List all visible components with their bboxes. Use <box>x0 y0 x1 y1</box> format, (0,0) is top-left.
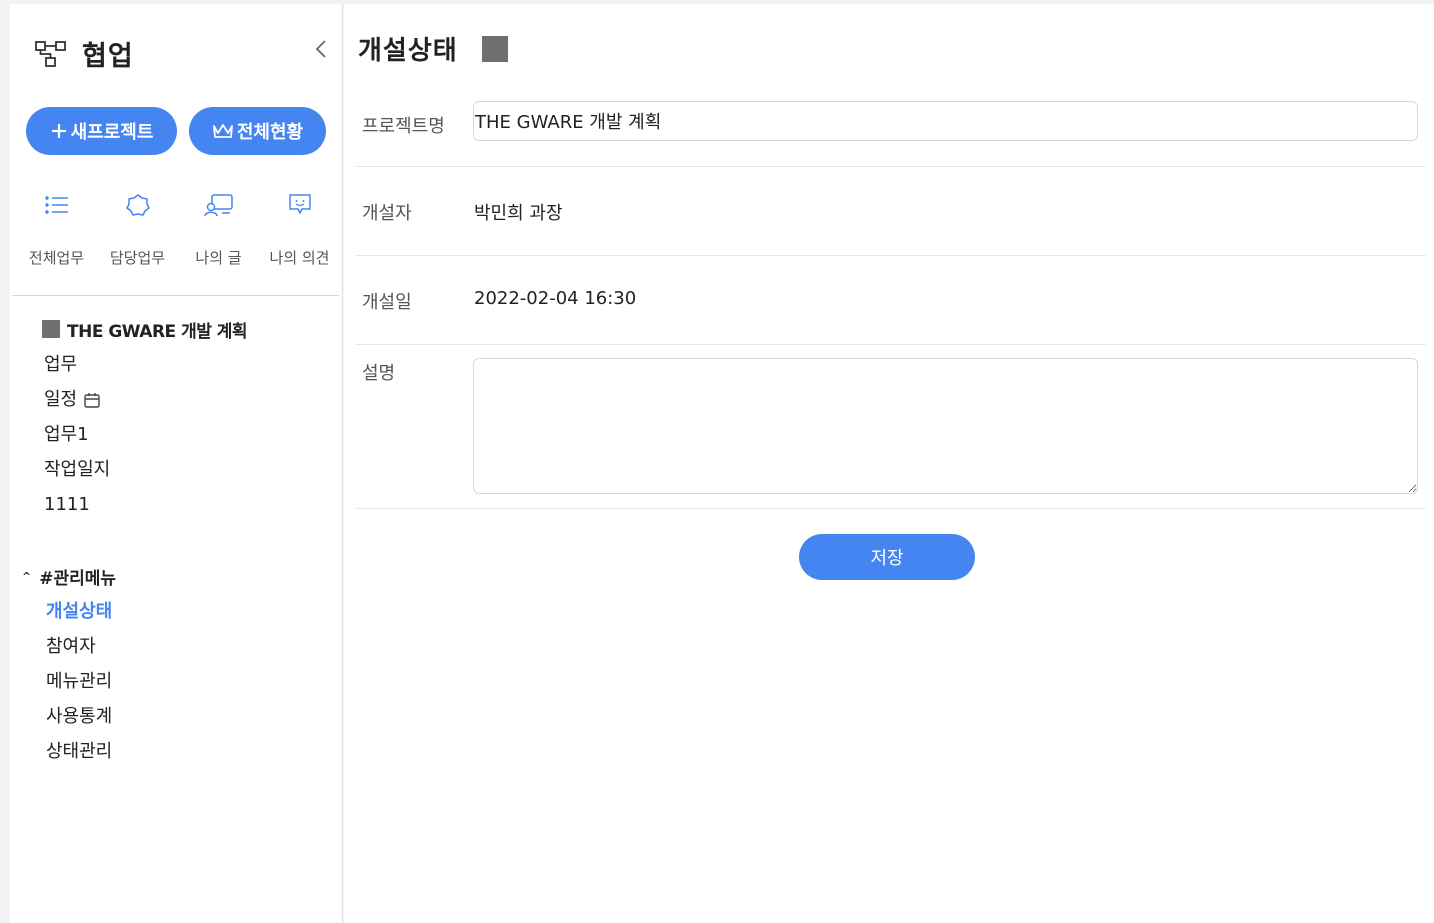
creator-value: 박민희 과장 <box>474 203 563 224</box>
menu-label: 1111 <box>44 494 90 515</box>
menu-label: 메뉴관리 <box>46 671 113 692</box>
created-date-label: 개설일 <box>362 292 412 313</box>
creator-label: 개설자 <box>362 203 412 224</box>
sidebar-action-buttons: 새프로젝트 전체현황 <box>26 107 326 155</box>
project-menu-item-schedule[interactable]: 일정 <box>44 382 110 417</box>
quick-link-label: 담당업무 <box>109 249 166 267</box>
crown-icon <box>212 122 234 140</box>
app-window: 협업 새프로젝트 전체현황 전체업무 담당업무 나의 글 나의 의견 THE G… <box>0 0 1434 923</box>
calendar-icon <box>83 391 101 409</box>
form-row-creator: 개설자 박민희 과장 <box>356 166 1426 256</box>
description-textarea[interactable] <box>473 358 1418 494</box>
collapse-sidebar-button[interactable] <box>310 38 332 64</box>
quick-links: 전체업무 담당업무 나의 글 나의 의견 <box>16 187 340 268</box>
admin-menu-title: #관리메뉴 <box>39 569 117 589</box>
project-name-label: 프로젝트명 <box>362 116 445 137</box>
project-name-input[interactable] <box>473 101 1418 141</box>
project-title[interactable]: THE GWARE 개발 계획 <box>42 316 248 342</box>
form-row-created-date: 개설일 2022-02-04 16:30 <box>356 255 1426 345</box>
sidebar: 협업 새프로젝트 전체현황 전체업무 담당업무 나의 글 나의 의견 THE G… <box>10 4 343 923</box>
overview-button[interactable]: 전체현황 <box>189 107 326 155</box>
badge-icon <box>125 187 151 223</box>
form-row-description: 설명 <box>356 344 1426 509</box>
save-button[interactable]: 저장 <box>799 534 975 580</box>
plus-icon <box>50 122 68 140</box>
comment-icon <box>287 187 313 223</box>
project-name: THE GWARE 개발 계획 <box>67 321 248 342</box>
org-chart-icon <box>34 37 68 71</box>
admin-menu-item-state-manage[interactable]: 상태관리 <box>46 734 112 769</box>
project-menu-item-tasks1[interactable]: 업무1 <box>44 417 110 452</box>
app-title: 협업 <box>82 41 134 72</box>
menu-label: 업무 <box>44 354 78 375</box>
quick-link-label: 나의 의견 <box>269 249 330 267</box>
page-title: 개설상태 <box>358 30 508 67</box>
menu-label: 업무1 <box>44 424 89 445</box>
quick-link-my-comments[interactable]: 나의 의견 <box>259 187 340 268</box>
menu-label: 참여자 <box>46 636 96 657</box>
sidebar-divider <box>12 295 339 296</box>
project-menu-item-worklog[interactable]: 작업일지 <box>44 452 110 487</box>
project-menu: 업무 일정 업무1 작업일지 1111 <box>44 347 110 522</box>
quick-link-label: 전체업무 <box>28 249 85 267</box>
page-title-text: 개설상태 <box>358 36 458 66</box>
menu-label: 사용통계 <box>46 706 113 727</box>
admin-menu-item-menu-manage[interactable]: 메뉴관리 <box>46 664 112 699</box>
new-project-label: 새프로젝트 <box>70 122 154 143</box>
menu-label: 일정 <box>44 389 78 410</box>
admin-menu-item-usage-stats[interactable]: 사용통계 <box>46 699 112 734</box>
description-label: 설명 <box>362 363 396 384</box>
created-date-value: 2022-02-04 16:30 <box>474 288 637 309</box>
caret-up-icon: ^ <box>22 570 32 583</box>
admin-menu-toggle[interactable]: ^ #관리메뉴 <box>22 564 116 589</box>
quick-link-label: 나의 글 <box>195 249 242 267</box>
overview-label: 전체현황 <box>236 122 304 143</box>
project-menu-item-tasks[interactable]: 업무 <box>44 347 110 382</box>
menu-label: 개설상태 <box>46 601 113 622</box>
quick-link-my-posts[interactable]: 나의 글 <box>178 187 259 268</box>
project-color-square <box>42 320 60 338</box>
status-color-square <box>481 35 508 62</box>
project-menu-item-1111[interactable]: 1111 <box>44 487 110 522</box>
main-content: 개설상태 프로젝트명 개설자 박민희 과장 개설일 2022-02-04 16:… <box>344 4 1434 923</box>
new-project-button[interactable]: 새프로젝트 <box>26 107 177 155</box>
admin-menu-item-participants[interactable]: 참여자 <box>46 629 112 664</box>
admin-menu-item-status[interactable]: 개설상태 <box>46 594 112 629</box>
menu-label: 작업일지 <box>44 459 111 480</box>
chevron-left-icon <box>315 39 327 63</box>
menu-label: 상태관리 <box>46 741 113 762</box>
quick-link-all-tasks[interactable]: 전체업무 <box>16 187 97 268</box>
admin-menu: 개설상태 참여자 메뉴관리 사용통계 상태관리 <box>46 594 112 769</box>
user-post-icon <box>203 187 234 223</box>
quick-link-my-tasks[interactable]: 담당업무 <box>97 187 178 268</box>
form-row-project-name: 프로젝트명 <box>356 86 1426 167</box>
project-section: THE GWARE 개발 계획 <box>42 316 248 342</box>
list-icon <box>44 187 70 223</box>
sidebar-header: 협업 <box>34 34 134 73</box>
